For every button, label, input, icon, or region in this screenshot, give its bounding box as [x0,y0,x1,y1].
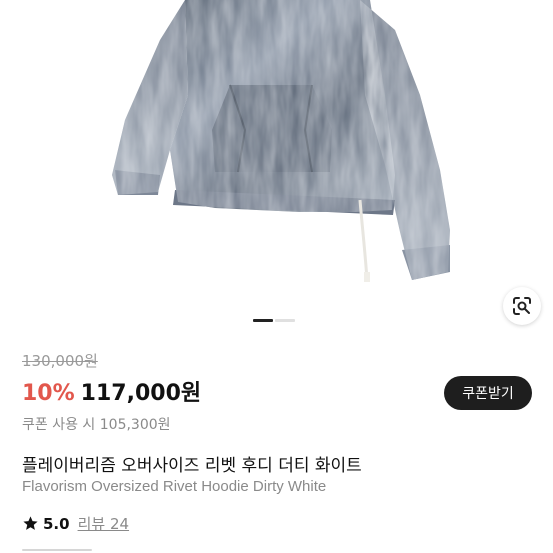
original-price: 130,000원 [22,352,98,370]
lens-search-button[interactable] [503,287,541,325]
next-section-peek [22,545,102,553]
review-link[interactable]: 리뷰 24 [78,513,129,534]
hoodie-photo [112,0,450,282]
star-icon [23,516,38,530]
lens-search-icon [513,297,531,315]
sale-price: 117,000원 [80,381,202,406]
gallery-dot-active[interactable] [253,319,273,322]
discount-rate: 10% [22,381,75,406]
gallery-dot[interactable] [275,319,295,322]
gallery-pagination [253,319,295,322]
product-title-korean: 플레이버리즘 오버사이즈 리벳 후디 더티 화이트 [22,456,362,476]
rating-value: 5.0 [43,514,70,533]
coupon-price: 쿠폰 사용 시 105,300원 [22,417,171,433]
coupon-button[interactable]: 쿠폰받기 [444,376,532,410]
rating-row: 5.0 리뷰 24 [22,513,129,534]
price-row: 10% 117,000원 [22,375,201,407]
product-image[interactable] [0,0,553,338]
product-title-english: Flavorism Oversized Rivet Hoodie Dirty W… [22,478,327,495]
